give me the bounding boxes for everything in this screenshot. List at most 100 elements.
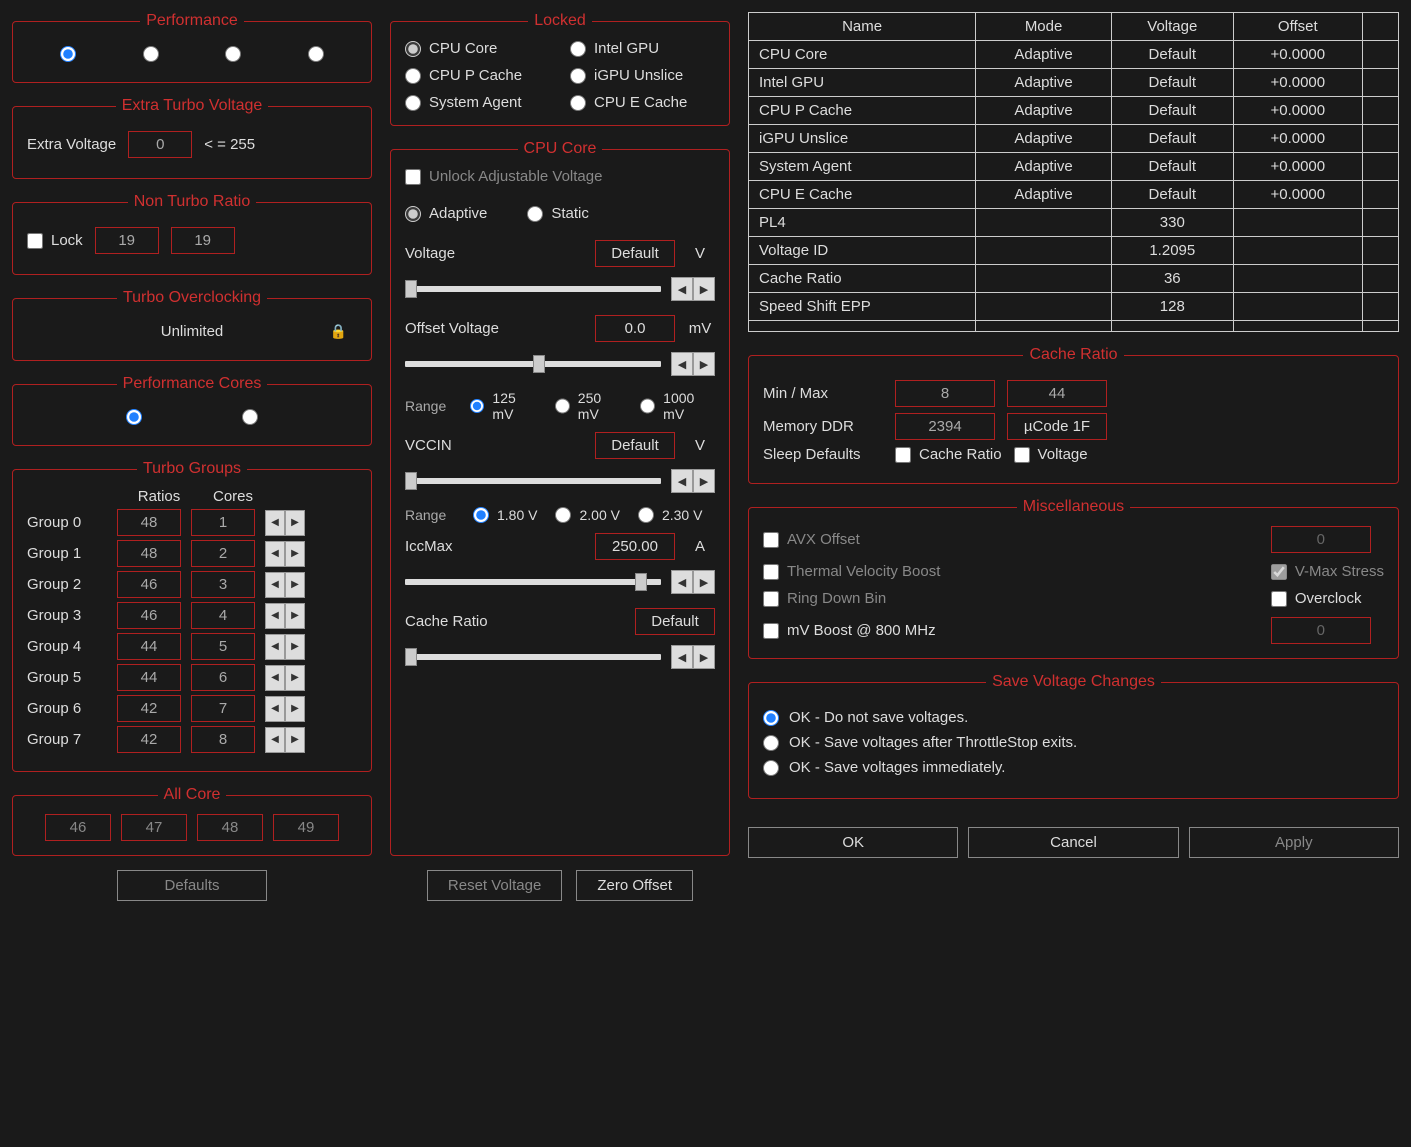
iccmax-slider[interactable] bbox=[405, 579, 661, 585]
cb-cache-ratio[interactable]: Cache Ratio bbox=[895, 446, 1002, 463]
tg-cores-input[interactable] bbox=[191, 695, 255, 722]
mvboost-label[interactable]: mV Boost @ 800 MHz bbox=[763, 622, 1251, 639]
offset-slider[interactable] bbox=[405, 361, 661, 367]
static-radio-label[interactable]: Static bbox=[527, 205, 589, 222]
apply-button[interactable]: Apply bbox=[1189, 827, 1399, 858]
ring-cb[interactable] bbox=[763, 591, 779, 607]
vccin-range-opt[interactable]: 2.30 V bbox=[638, 507, 702, 523]
vccin-range-radio[interactable] bbox=[555, 507, 571, 523]
tg-cores-input[interactable] bbox=[191, 602, 255, 629]
table-row[interactable]: CPU CoreAdaptiveDefault+0.0000 bbox=[749, 41, 1399, 69]
avx-offset-label[interactable]: AVX Offset bbox=[763, 531, 1251, 548]
locked-radio[interactable] bbox=[570, 95, 586, 111]
table-row[interactable]: iGPU UnsliceAdaptiveDefault+0.0000 bbox=[749, 125, 1399, 153]
tg-left-button[interactable]: ◀ bbox=[265, 541, 285, 567]
performance-radio-2[interactable] bbox=[225, 46, 241, 62]
cacheRatio-value-button[interactable]: Default bbox=[635, 608, 715, 635]
cacheRatio-inc-button[interactable]: ▶ bbox=[693, 645, 715, 669]
tg-right-button[interactable]: ▶ bbox=[285, 572, 305, 598]
performance-radio-3[interactable] bbox=[308, 46, 324, 62]
non-turbo-v2[interactable] bbox=[171, 227, 235, 254]
locked-radio[interactable] bbox=[570, 41, 586, 57]
cacheRatio-slider[interactable] bbox=[405, 654, 661, 660]
iccmax-inc-button[interactable]: ▶ bbox=[693, 570, 715, 594]
tg-cores-input[interactable] bbox=[191, 664, 255, 691]
tg-ratio-input[interactable] bbox=[117, 540, 181, 567]
non-turbo-v1[interactable] bbox=[95, 227, 159, 254]
cacheRatio-dec-button[interactable]: ◀ bbox=[671, 645, 693, 669]
offset-range-opt[interactable]: 250 mV bbox=[555, 390, 622, 422]
mvboost-input[interactable] bbox=[1271, 617, 1371, 644]
perf-core-radio-1[interactable] bbox=[242, 409, 258, 425]
locked-radio-intel-gpu[interactable]: Intel GPU bbox=[570, 40, 715, 57]
vccin-range-radio[interactable] bbox=[473, 507, 489, 523]
vccin-dec-button[interactable]: ◀ bbox=[671, 469, 693, 493]
overclock-cb[interactable] bbox=[1271, 591, 1287, 607]
tg-left-button[interactable]: ◀ bbox=[265, 634, 285, 660]
cache-min-input[interactable] bbox=[895, 380, 995, 407]
table-row[interactable]: CPU E CacheAdaptiveDefault+0.0000 bbox=[749, 181, 1399, 209]
offset-value-button[interactable]: 0.0 bbox=[595, 315, 675, 342]
tg-left-button[interactable]: ◀ bbox=[265, 603, 285, 629]
table-row[interactable]: Intel GPUAdaptiveDefault+0.0000 bbox=[749, 69, 1399, 97]
vccin-range-opt[interactable]: 1.80 V bbox=[473, 507, 537, 523]
table-row[interactable]: PL4330 bbox=[749, 209, 1399, 237]
table-row[interactable]: Voltage ID1.2095 bbox=[749, 237, 1399, 265]
performance-radio-0[interactable] bbox=[60, 46, 76, 62]
tg-left-button[interactable]: ◀ bbox=[265, 572, 285, 598]
voltage-dec-button[interactable]: ◀ bbox=[671, 277, 693, 301]
table-row[interactable]: Cache Ratio36 bbox=[749, 265, 1399, 293]
cb-cache-ratio-box[interactable] bbox=[895, 447, 911, 463]
zero-offset-button[interactable]: Zero Offset bbox=[576, 870, 693, 901]
cb-voltage[interactable]: Voltage bbox=[1014, 446, 1088, 463]
offset-range-opt[interactable]: 125 mV bbox=[470, 390, 537, 422]
offset-range-radio[interactable] bbox=[555, 398, 570, 414]
table-row[interactable]: Speed Shift EPP128 bbox=[749, 293, 1399, 321]
tg-ratio-input[interactable] bbox=[117, 633, 181, 660]
locked-radio[interactable] bbox=[570, 68, 586, 84]
locked-radio-igpu-unslice[interactable]: iGPU Unslice bbox=[570, 67, 715, 84]
offset-range-radio[interactable] bbox=[640, 398, 655, 414]
vmax-cb[interactable] bbox=[1271, 564, 1287, 580]
avx-offset-cb[interactable] bbox=[763, 532, 779, 548]
all-core-input[interactable] bbox=[45, 814, 111, 841]
tg-left-button[interactable]: ◀ bbox=[265, 510, 285, 536]
defaults-button[interactable]: Defaults bbox=[117, 870, 267, 901]
reset-voltage-button[interactable]: Reset Voltage bbox=[427, 870, 562, 901]
locked-radio-cpu-e-cache[interactable]: CPU E Cache bbox=[570, 94, 715, 111]
adaptive-radio[interactable] bbox=[405, 206, 421, 222]
voltage-inc-button[interactable]: ▶ bbox=[693, 277, 715, 301]
save-radio[interactable] bbox=[763, 760, 779, 776]
tg-cores-input[interactable] bbox=[191, 540, 255, 567]
save-radio[interactable] bbox=[763, 710, 779, 726]
tg-right-button[interactable]: ▶ bbox=[285, 727, 305, 753]
offset-range-radio[interactable] bbox=[470, 398, 485, 414]
tvb-label[interactable]: Thermal Velocity Boost bbox=[763, 563, 1251, 580]
iccmax-dec-button[interactable]: ◀ bbox=[671, 570, 693, 594]
ring-label[interactable]: Ring Down Bin bbox=[763, 590, 1251, 607]
tg-right-button[interactable]: ▶ bbox=[285, 696, 305, 722]
tg-ratio-input[interactable] bbox=[117, 509, 181, 536]
adaptive-radio-label[interactable]: Adaptive bbox=[405, 205, 487, 222]
save-option[interactable]: OK - Do not save voltages. bbox=[763, 709, 1384, 726]
vmax-label[interactable]: V-Max Stress bbox=[1271, 563, 1384, 580]
locked-radio-cpu-p-cache[interactable]: CPU P Cache bbox=[405, 67, 550, 84]
iccmax-value-button[interactable]: 250.00 bbox=[595, 533, 675, 560]
perf-core-radio-0[interactable] bbox=[126, 409, 142, 425]
ok-button[interactable]: OK bbox=[748, 827, 958, 858]
tg-cores-input[interactable] bbox=[191, 633, 255, 660]
tg-right-button[interactable]: ▶ bbox=[285, 510, 305, 536]
vccin-inc-button[interactable]: ▶ bbox=[693, 469, 715, 493]
locked-radio-cpu-core[interactable]: CPU Core bbox=[405, 40, 550, 57]
tg-ratio-input[interactable] bbox=[117, 726, 181, 753]
voltage-value-button[interactable]: Default bbox=[595, 240, 675, 267]
tg-right-button[interactable]: ▶ bbox=[285, 665, 305, 691]
table-row[interactable]: System AgentAdaptiveDefault+0.0000 bbox=[749, 153, 1399, 181]
tg-left-button[interactable]: ◀ bbox=[265, 696, 285, 722]
tg-ratio-input[interactable] bbox=[117, 602, 181, 629]
cancel-button[interactable]: Cancel bbox=[968, 827, 1178, 858]
unlock-voltage-checkbox[interactable] bbox=[405, 169, 421, 185]
locked-radio[interactable] bbox=[405, 68, 421, 84]
lock-checkbox-label[interactable]: Lock bbox=[27, 232, 83, 249]
tvb-cb[interactable] bbox=[763, 564, 779, 580]
